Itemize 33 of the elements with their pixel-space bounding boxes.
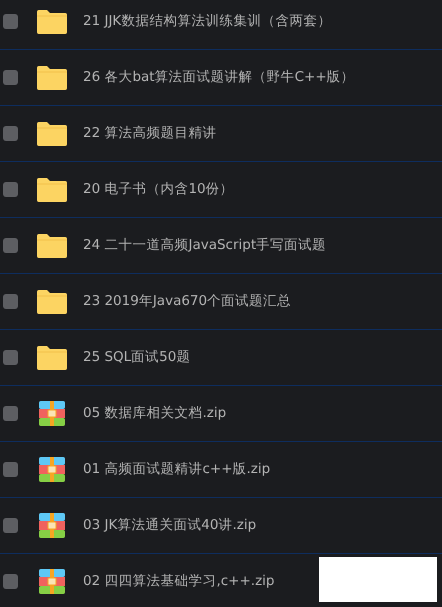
file-name[interactable]: 22 算法高频题目精讲 xyxy=(83,123,216,144)
checkbox[interactable] xyxy=(3,518,18,533)
checkbox[interactable] xyxy=(3,294,18,309)
file-name[interactable]: 05 数据库相关文档.zip xyxy=(83,403,226,424)
folder-icon xyxy=(36,120,68,146)
archive-icon xyxy=(39,513,65,538)
folder-icon xyxy=(36,344,68,370)
checkbox[interactable] xyxy=(3,406,18,421)
folder-icon xyxy=(36,232,68,258)
checkbox[interactable] xyxy=(3,70,18,85)
archive-icon xyxy=(39,569,65,594)
checkbox[interactable] xyxy=(3,182,18,197)
folder-icon xyxy=(36,288,68,314)
file-name[interactable]: 24 二十一道高频JavaScript手写面试题 xyxy=(83,235,326,256)
checkbox[interactable] xyxy=(3,574,18,589)
archive-icon xyxy=(39,401,65,426)
file-name[interactable]: 25 SQL面试50题 xyxy=(83,347,190,368)
checkbox[interactable] xyxy=(3,350,18,365)
folder-icon xyxy=(36,64,68,90)
checkbox[interactable] xyxy=(3,462,18,477)
folder-icon xyxy=(36,8,68,34)
file-name[interactable]: 20 电子书（内含10份） xyxy=(83,179,234,200)
file-name[interactable]: 03 JK算法通关面试40讲.zip xyxy=(83,515,256,536)
file-name[interactable]: 21 JJK数据结构算法训练集训（含两套） xyxy=(83,11,332,32)
file-name[interactable]: 23 2019年Java670个面试题汇总 xyxy=(83,291,292,312)
checkbox[interactable] xyxy=(3,14,18,29)
checkbox[interactable] xyxy=(3,238,18,253)
file-name[interactable]: 26 各大bat算法面试题讲解（野牛C++版） xyxy=(83,67,355,88)
checkbox[interactable] xyxy=(3,126,18,141)
folder-icon xyxy=(36,176,68,202)
file-name[interactable]: 01 高频面试题精讲c++版.zip xyxy=(83,459,270,480)
archive-icon xyxy=(39,457,65,482)
file-name[interactable]: 02 四四算法基础学习,c++.zip xyxy=(83,571,275,592)
